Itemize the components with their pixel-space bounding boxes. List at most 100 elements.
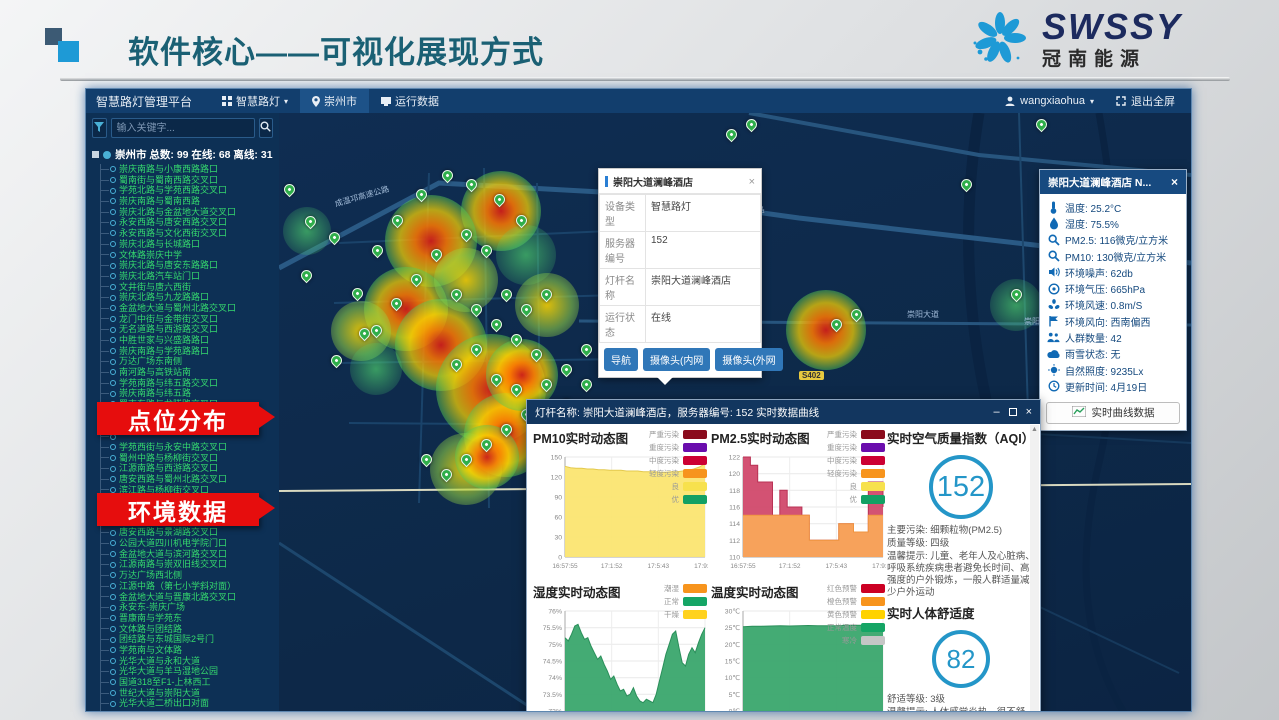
lamp-node-icon [110, 669, 116, 675]
sidebar-item[interactable]: 江源中路（第七小学斜对面） [101, 581, 279, 592]
realtime-curve-button[interactable]: 实时曲线数据 [1046, 402, 1180, 424]
lamp-node-icon [110, 177, 116, 183]
lamp-node-icon [110, 572, 116, 578]
navigate-button[interactable]: 导航 [604, 348, 638, 371]
sidebar-item[interactable]: 龙门中街与金带街交叉口 [101, 314, 279, 325]
sidebar-item[interactable]: 光华大道与永和大道 [101, 656, 279, 667]
tab-run-data[interactable]: 运行数据 [369, 89, 451, 113]
sidebar-item[interactable]: 学苑西街与永安中路交叉口 [101, 442, 279, 453]
humidity-chart: 湿度实时动态图 潮湿正常干燥 73%73.5%74%74.5%75%75.5%7… [533, 582, 713, 712]
popup-row: 设备类型智慧路灯 [600, 195, 761, 232]
lamp-node-icon [110, 305, 116, 311]
exit-fullscreen-button[interactable]: 退出全屏 [1116, 93, 1175, 109]
sidebar-item[interactable]: 崇庆南路与蜀南西路 [101, 196, 279, 207]
aqi-text-line: 质量等级: 四级 [887, 538, 1035, 550]
lamp-node-icon [110, 348, 116, 354]
svg-text:150: 150 [551, 455, 563, 462]
sidebar-item[interactable]: 南河路与高铁站南 [101, 367, 279, 378]
svg-text:25℃: 25℃ [725, 625, 741, 632]
chevron-down-icon: ▾ [284, 97, 288, 106]
sidebar-item[interactable]: 江源南路与崇双旧线交叉口 [101, 559, 279, 570]
comfort-title: 实时人体舒适度 [887, 603, 1035, 622]
sidebar-item[interactable]: 唐安西路与蜀州北路交叉口 [101, 474, 279, 485]
camera-internal-button[interactable]: 摄像头(内网 [643, 348, 710, 371]
sidebar-item[interactable]: 光华大道二桥出口对面 [101, 698, 279, 709]
noise-icon [1047, 266, 1060, 278]
sidebar-item[interactable]: 永安西路与文化西街交叉口 [101, 228, 279, 239]
close-icon[interactable]: × [749, 177, 755, 187]
filter-button[interactable] [92, 118, 107, 138]
user-menu[interactable]: wangxiaohua▾ [1005, 95, 1094, 107]
tab-smart-light[interactable]: 智慧路灯▾ [210, 89, 300, 113]
search-button[interactable] [259, 118, 274, 138]
sidebar-item[interactable]: 崇庆北路与九龙路路口 [101, 292, 279, 303]
svg-text:74.5%: 74.5% [543, 659, 562, 666]
sidebar-item[interactable]: 唐安西路与景湖路交叉口 [101, 527, 279, 538]
search-input[interactable] [111, 118, 255, 138]
lamp-node-icon [110, 647, 116, 653]
sidebar-item[interactable]: 崇庆南路与纬五路 [101, 388, 279, 399]
sidebar-item[interactable]: 崇庆北路与长城路口 [101, 239, 279, 250]
sidebar-item[interactable]: 崇庆南路与学苑路路口 [101, 346, 279, 357]
sidebar-item[interactable]: 团结路与东城国际2号门 [101, 634, 279, 645]
sidebar-item[interactable]: 文体路崇庆中学 [101, 250, 279, 261]
close-icon[interactable]: × [1171, 175, 1178, 189]
svg-text:73.5%: 73.5% [543, 692, 562, 699]
chevron-down-icon: ▾ [1090, 97, 1094, 106]
sidebar-item[interactable]: 公园大道四川机电学院门口 [101, 538, 279, 549]
grid-icon [222, 96, 232, 106]
panel-scrollbar[interactable]: ▲ [1030, 425, 1039, 712]
sidebar-item[interactable]: 金盆地大道与晋康北路交叉口 [101, 592, 279, 603]
svg-text:76%: 76% [548, 609, 562, 616]
svg-text:112: 112 [729, 538, 740, 545]
sidebar-item[interactable]: 江源南路与西游路交叉口 [101, 463, 279, 474]
sidebar-item[interactable]: 崇庆北路汽车站门口 [101, 271, 279, 282]
popup-detail-table: 设备类型智慧路灯服务器编号152灯杆名称崇阳大道澜峰酒店运行状态在线 [599, 194, 761, 343]
tree-root-city[interactable]: 崇州市 总数: 99 在线: 68 离线: 31 [86, 143, 279, 164]
tab-city[interactable]: 崇州市 [300, 89, 369, 113]
wind-speed-icon [1047, 299, 1060, 311]
sidebar-item[interactable]: 永安东-崇庆广场 [101, 602, 279, 613]
sidebar-item[interactable]: 崇庆北路与金盆地大道交叉口 [101, 207, 279, 218]
sidebar-item[interactable] [101, 709, 279, 712]
close-button[interactable]: × [1026, 407, 1032, 417]
svg-text:30: 30 [554, 535, 562, 542]
maximize-button[interactable] [1009, 408, 1017, 416]
sidebar-item[interactable]: 学苑北路与学苑西路交叉口 [101, 185, 279, 196]
sidebar-item[interactable]: 崇庆北路与唐安东路路口 [101, 260, 279, 271]
sidebar-item[interactable]: 文体路与团结路 [101, 624, 279, 635]
camera-external-button[interactable]: 摄像头(外网 [715, 348, 782, 371]
sidebar-item[interactable]: 万达广场西北侧 [101, 570, 279, 581]
lamp-node-icon [110, 252, 116, 258]
svg-text:116: 116 [729, 505, 740, 512]
sidebar-item[interactable]: 永安西路与唐安西路交叉口 [101, 217, 279, 228]
lamp-node-icon [110, 701, 116, 707]
minimize-button[interactable]: – [993, 407, 999, 417]
sidebar-item[interactable]: 万达广场东南侧 [101, 356, 279, 367]
sidebar-item[interactable]: 学苑南与文体路 [101, 645, 279, 656]
sidebar-item[interactable]: 国道318至F1-上林西工 [101, 677, 279, 688]
sidebar-item[interactable]: 崇庆南路与小康西路路口 [101, 164, 279, 175]
sidebar-item[interactable]: 金盆地大道与滨河路交叉口 [101, 549, 279, 560]
sidebar-item[interactable]: 文井街与唐六西街 [101, 282, 279, 293]
sidebar-item[interactable]: 光华大道与羊马湿地公园 [101, 666, 279, 677]
sidebar-item[interactable]: 无名道路与西游路交叉口 [101, 324, 279, 335]
sidebar-item[interactable]: 世纪大道与崇阳大道 [101, 688, 279, 699]
wind-direction-icon [1047, 315, 1060, 327]
svg-text:15℃: 15℃ [725, 659, 741, 666]
title-divider [60, 77, 1230, 81]
popup-title: 崇阳大道澜峰酒店 [613, 174, 749, 189]
scroll-up-icon: ▲ [1030, 425, 1039, 435]
logo-burst-icon [968, 6, 1032, 75]
svg-text:110: 110 [729, 555, 740, 562]
sidebar-item[interactable]: 学苑南路与纬五路交叉口 [101, 378, 279, 389]
sidebar-item[interactable]: 蜀南街与蜀南西路交叉口 [101, 175, 279, 186]
tree-collapse-icon[interactable] [92, 151, 99, 158]
sidebar-item[interactable]: 中胜世家与兴盛路路口 [101, 335, 279, 346]
sidebar-item[interactable]: 晋康南与学苑东 [101, 613, 279, 624]
svg-text:75%: 75% [548, 642, 562, 649]
slide: 软件核心——可视化展现方式 [0, 0, 1279, 720]
sidebar-item[interactable]: 蜀州中路与杨柳街交叉口 [101, 453, 279, 464]
sidebar-item[interactable]: 金盆地大道与蜀州北路交叉口 [101, 303, 279, 314]
environment-reading: 环境噪声: 62db [1047, 264, 1179, 280]
